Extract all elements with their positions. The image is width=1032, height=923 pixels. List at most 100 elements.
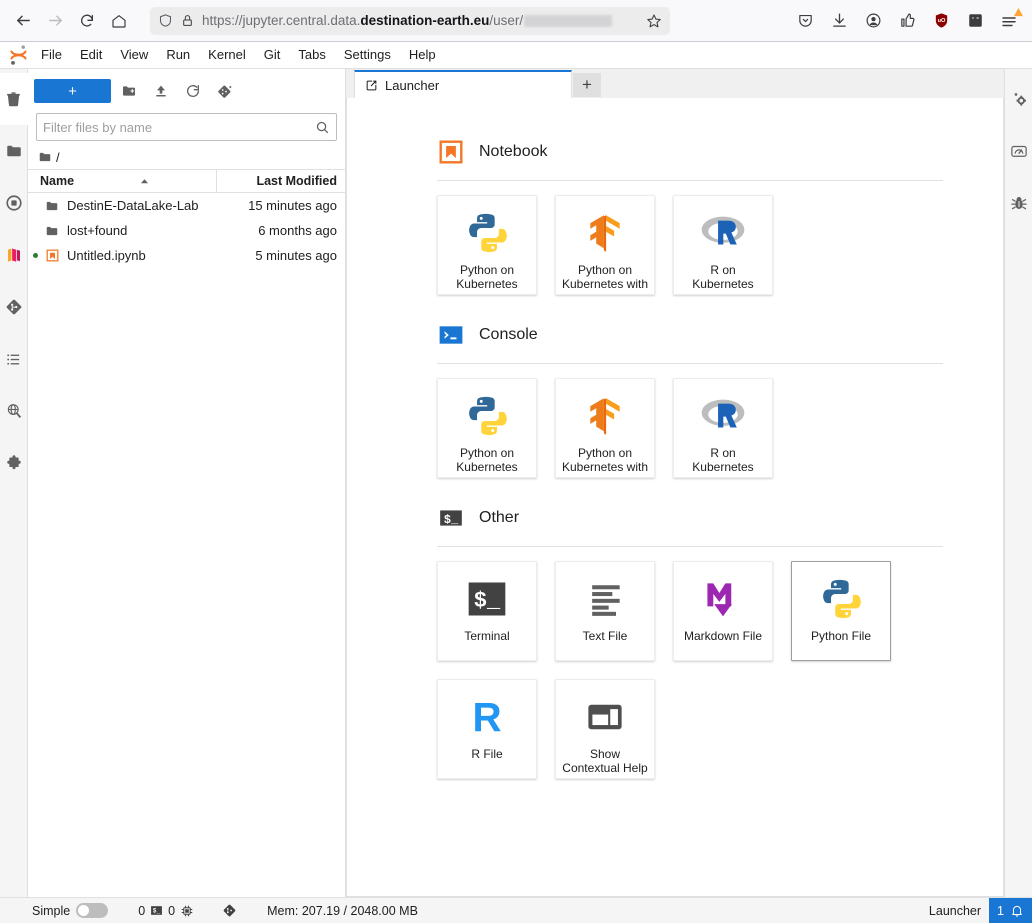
menu-view[interactable]: View <box>111 44 157 66</box>
column-header-name[interactable]: Name <box>28 170 217 192</box>
menu-file[interactable]: File <box>32 44 71 66</box>
star-icon[interactable] <box>646 13 662 29</box>
file-name: lost+found <box>67 223 128 238</box>
kernel-count-status[interactable]: 0 $_ 0 <box>116 898 202 923</box>
new-folder-icon[interactable] <box>115 79 143 103</box>
launcher-card-markdown-file[interactable]: Markdown File <box>673 561 773 661</box>
menu-run[interactable]: Run <box>157 44 199 66</box>
git-status[interactable] <box>202 898 245 923</box>
card-label: R File <box>471 747 503 761</box>
dashboard-gauge-icon[interactable] <box>1005 125 1032 177</box>
sidebar-item-extension-manager[interactable] <box>0 437 28 489</box>
active-tab-status[interactable]: Launcher <box>921 898 989 923</box>
column-header-name-label: Name <box>40 174 75 188</box>
table-row[interactable]: DestinE-DataLake-Lab 15 minutes ago <box>28 193 345 218</box>
sidebar-item-running-terminals[interactable] <box>0 177 28 229</box>
right-sidebar <box>1004 69 1032 897</box>
refresh-icon[interactable] <box>179 79 207 103</box>
jupyter-logo <box>4 43 32 67</box>
card-label: Python on Kubernetes <box>456 263 518 291</box>
column-header-last-modified[interactable]: Last Modified <box>217 174 345 188</box>
lock-icon[interactable] <box>181 14 194 27</box>
launcher-card-console-python-on-kubernetes[interactable]: Python on Kubernetes <box>437 378 537 478</box>
menu-edit[interactable]: Edit <box>71 44 111 66</box>
filter-files-field[interactable] <box>36 113 337 141</box>
browser-home-button[interactable] <box>104 6 134 36</box>
python-icon <box>464 209 510 257</box>
browser-back-button[interactable] <box>8 6 38 36</box>
r-file-icon: R <box>465 693 509 741</box>
search-icon[interactable] <box>315 120 330 135</box>
launcher-card-console-python-on-kubernetes-with[interactable]: Python on Kubernetes with <box>555 378 655 478</box>
sidebar-item-destine-datalake[interactable] <box>0 229 28 281</box>
menu-settings[interactable]: Settings <box>335 44 400 66</box>
launcher-card-r-file[interactable]: R R File <box>437 679 537 779</box>
dirty-indicator <box>28 253 42 258</box>
notebook-section-icon <box>437 138 465 166</box>
launcher-card-text-file[interactable]: Text File <box>555 561 655 661</box>
terminal-count: 0 <box>168 903 176 918</box>
file-modified: 5 minutes ago <box>255 248 337 263</box>
url-text: https://jupyter.central.data. destination… <box>202 13 638 28</box>
table-row[interactable]: lost+found 6 months ago <box>28 218 345 243</box>
card-label: Show Contextual Help <box>562 747 648 775</box>
launcher-card-python-on-kubernetes[interactable]: Python on Kubernetes <box>437 195 537 295</box>
svg-text:uO: uO <box>937 18 945 24</box>
sidebar-item-folder[interactable] <box>0 125 28 177</box>
launcher-card-show-contextual-help[interactable]: Show Contextual Help <box>555 679 655 779</box>
tab-launcher[interactable]: Launcher <box>354 70 572 98</box>
account-icon[interactable] <box>858 6 888 36</box>
sidebar-item-search-globe[interactable] <box>0 385 28 437</box>
ublock-origin-icon[interactable]: uO <box>926 6 956 36</box>
address-bar[interactable]: https://jupyter.central.data. destination… <box>150 6 670 35</box>
pocket-save-icon[interactable] <box>790 6 820 36</box>
property-inspector-icon[interactable] <box>1005 73 1032 125</box>
launcher-card-python-file[interactable]: Python File <box>791 561 891 661</box>
section-title: Console <box>479 326 538 343</box>
card-label: Markdown File <box>683 629 763 643</box>
downloads-icon[interactable] <box>824 6 854 36</box>
notification-badge[interactable]: 1 <box>989 898 1032 923</box>
file-name: Untitled.ipynb <box>67 248 146 263</box>
file-name: DestinE-DataLake-Lab <box>67 198 199 213</box>
shield-icon[interactable] <box>158 13 173 28</box>
new-tab-button[interactable]: + <box>573 73 601 97</box>
url-host: destination-earth.eu <box>360 13 490 28</box>
status-bar: Simple 0 $_ 0 Mem: 207.19 / 2048.00 MB L… <box>0 897 1032 923</box>
new-launcher-button[interactable]: + <box>34 79 111 103</box>
debugger-bug-icon[interactable] <box>1005 177 1032 229</box>
tab-label: Launcher <box>385 77 440 93</box>
section-title: Notebook <box>479 143 548 160</box>
extension-thumb-icon[interactable] <box>892 6 922 36</box>
simple-mode-toggle[interactable] <box>76 903 109 918</box>
search-input[interactable] <box>43 119 315 135</box>
container-tabs-icon[interactable] <box>960 6 990 36</box>
breadcrumb[interactable]: / <box>28 145 345 169</box>
menu-tabs[interactable]: Tabs <box>289 44 334 66</box>
memory-usage-status: Mem: 207.19 / 2048.00 MB <box>267 903 418 918</box>
launcher-card-r-on-kubernetes[interactable]: R on Kubernetes <box>673 195 773 295</box>
launcher-card-console-r-on-kubernetes[interactable]: R on Kubernetes <box>673 378 773 478</box>
browser-reload-button[interactable] <box>72 6 102 36</box>
breadcrumb-path[interactable]: / <box>56 150 60 165</box>
git-clone-icon[interactable] <box>211 79 239 103</box>
sidebar-item-git[interactable] <box>0 281 28 333</box>
menu-git[interactable]: Git <box>255 44 290 66</box>
browser-extension-toolbar: uO <box>790 6 1024 36</box>
card-label: Terminal <box>464 629 510 643</box>
menu-help[interactable]: Help <box>400 44 445 66</box>
browser-forward-button[interactable] <box>40 6 70 36</box>
card-label: Text File <box>582 629 628 643</box>
svg-text:$_: $_ <box>474 588 501 613</box>
svg-text:$_: $_ <box>153 908 161 915</box>
terminal-icon: $_ <box>150 904 163 917</box>
table-row[interactable]: Untitled.ipynb 5 minutes ago <box>28 243 345 268</box>
menu-kernel[interactable]: Kernel <box>199 44 255 66</box>
sidebar-item-table-of-contents[interactable] <box>0 333 28 385</box>
upload-icon[interactable] <box>147 79 175 103</box>
simple-mode-toggle-group[interactable]: Simple <box>24 898 116 923</box>
launcher-card-terminal[interactable]: $_ Terminal <box>437 561 537 661</box>
app-menu-icon[interactable] <box>994 6 1024 36</box>
launcher-card-python-on-kubernetes-with[interactable]: Python on Kubernetes with <box>555 195 655 295</box>
sidebar-item-file-browser[interactable] <box>0 73 28 125</box>
